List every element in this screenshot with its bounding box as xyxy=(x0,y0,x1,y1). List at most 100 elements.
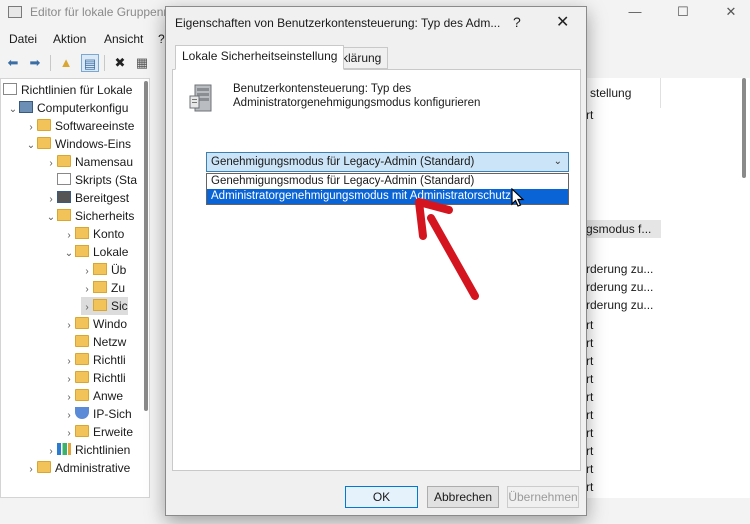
tree-item-administrative-vorlagen[interactable]: › Administrative xyxy=(25,459,130,477)
tree-item-label: Namensau xyxy=(75,155,134,169)
list-item[interactable]: rt xyxy=(586,424,593,442)
tree-item-label: Sic xyxy=(111,299,128,313)
list-item[interactable]: rt xyxy=(586,406,593,424)
close-icon[interactable]: ✕ xyxy=(721,3,741,21)
chevron-down-icon[interactable]: ⌄ xyxy=(45,209,57,227)
chevron-right-icon[interactable]: › xyxy=(25,461,37,479)
chevron-down-icon[interactable]: ⌄ xyxy=(554,153,562,171)
tree-scrollbar[interactable] xyxy=(144,81,148,411)
doc-icon xyxy=(3,83,17,95)
tab-lokale-sicherheitseinstellung[interactable]: Lokale Sicherheitseinstellung xyxy=(175,45,345,70)
column-header-label: stellung xyxy=(590,86,632,100)
menu-datei[interactable]: Datei xyxy=(9,32,37,46)
shield-icon xyxy=(75,407,89,419)
list-item[interactable]: rt xyxy=(586,352,593,370)
tree-item-label: Konto xyxy=(93,227,125,241)
back-arrow-icon[interactable]: ⬅ xyxy=(4,54,22,72)
show-tree-icon[interactable]: ▤ xyxy=(81,54,99,72)
ok-button[interactable]: OK xyxy=(345,486,418,508)
forward-arrow-icon[interactable]: ➡ xyxy=(26,54,44,72)
folder-icon xyxy=(75,335,89,347)
tree-panel: Richtlinien für Lokale ⌄ Computerkonfigu … xyxy=(0,78,150,498)
menu-ansicht[interactable]: Ansicht xyxy=(104,32,143,46)
tree-item-root[interactable]: Richtlinien für Lokale xyxy=(3,81,132,99)
help-icon[interactable]: ? xyxy=(513,14,521,30)
chevron-down-icon[interactable]: ⌄ xyxy=(63,245,75,263)
tree-item-label: Windows-Eins xyxy=(55,137,132,151)
folder-icon xyxy=(75,371,89,383)
tree-item-ueberwachung[interactable]: › Üb xyxy=(81,261,126,279)
toolbar: ⬅ ➡ ▲ ▤ ✖ ▦ xyxy=(0,52,160,74)
tree-item-zuweisen[interactable]: › Zu xyxy=(81,279,125,297)
list-item[interactable]: rt xyxy=(586,316,593,334)
mode-select[interactable]: Genehmigungsmodus für Legacy-Admin (Stan… xyxy=(206,152,569,172)
list-item[interactable]: rt xyxy=(586,334,593,352)
gpedit-app-icon xyxy=(8,6,22,18)
up-folder-icon[interactable]: ▲ xyxy=(57,54,75,72)
tree-item-sicherheitsoptionen[interactable]: › Sic xyxy=(81,297,128,315)
list-item[interactable]: rt xyxy=(586,460,593,478)
cancel-button[interactable]: Abbrechen xyxy=(427,486,499,508)
folder-icon xyxy=(75,425,89,437)
chevron-down-icon[interactable]: ⌄ xyxy=(25,137,37,155)
policy-description: Benutzerkontensteuerung: Typ des Adminis… xyxy=(233,83,481,109)
tree-item-label: Richtli xyxy=(93,371,126,385)
delete-icon[interactable]: ✖ xyxy=(111,54,129,72)
tree-item-label: Computerkonfigu xyxy=(37,101,129,115)
tree-item-label: Richtlinien für Lokale xyxy=(21,83,133,97)
tree-item-lokale-richtlinien[interactable]: ⌄ Lokale xyxy=(63,243,128,261)
server-policy-icon xyxy=(189,84,212,112)
tree-item-richtlinien-1[interactable]: › Richtli xyxy=(63,351,126,369)
toolbar-separator xyxy=(104,55,105,71)
tree-item-label: Netzw xyxy=(93,335,127,349)
tree-item-richtlinien-2[interactable]: › Richtli xyxy=(63,369,126,387)
list-scrollbar[interactable] xyxy=(741,78,747,498)
security-folder-icon xyxy=(57,209,71,221)
tree-item-label: Sicherheits xyxy=(75,209,135,223)
folder-lock-icon xyxy=(93,263,107,275)
dialog-close-icon[interactable]: ✕ xyxy=(556,12,569,32)
folder-lock-icon xyxy=(75,227,89,239)
chevron-down-icon[interactable]: ⌄ xyxy=(7,101,19,119)
tree-item-label: Skripts (Sta xyxy=(75,173,138,187)
apply-button[interactable]: Übernehmen xyxy=(507,486,579,508)
list-item[interactable]: rderung zu... xyxy=(586,296,653,314)
list-item[interactable]: rt xyxy=(586,388,593,406)
tree-item-windows-firewall[interactable]: › Windo xyxy=(63,315,127,333)
list-item-selected[interactable]: gsmodus f... xyxy=(586,220,661,238)
tree-item-windows-einst[interactable]: ⌄ Windows-Eins xyxy=(25,135,131,153)
tree-item-ip-sicherheit[interactable]: › IP-Sich xyxy=(63,405,132,423)
list-item[interactable]: rt xyxy=(586,106,593,124)
list-item[interactable]: rt xyxy=(586,370,593,388)
tree-item-erweiterte-ueberwachung[interactable]: › Erweite xyxy=(63,423,133,441)
tree-item-netzwerk[interactable]: Netzw xyxy=(63,333,126,351)
tree-item-kontorichtlinien[interactable]: › Konto xyxy=(63,225,124,243)
tree-item-label: Anwe xyxy=(93,389,124,403)
folder-icon xyxy=(37,119,51,131)
list-item[interactable]: rderung zu... xyxy=(586,260,653,278)
column-header[interactable]: stellung xyxy=(586,78,661,108)
tree-item-label: Üb xyxy=(111,263,127,277)
maximize-icon[interactable]: ☐ xyxy=(673,3,693,21)
scrollbar-thumb[interactable] xyxy=(742,78,746,178)
list-item[interactable]: rderung zu... xyxy=(586,278,653,296)
tree-item-softwareeinst[interactable]: › Softwareeinste xyxy=(25,117,134,135)
minimize-icon[interactable]: — xyxy=(625,3,645,21)
tree-item-skripts[interactable]: Skripts (Sta xyxy=(45,171,137,189)
tree-item-label: Bereitgest xyxy=(75,191,130,205)
dialog-title: Eigenschaften von Benutzerkontensteuerun… xyxy=(175,16,501,30)
menu-help[interactable]: ? xyxy=(158,32,165,46)
tree-item-namensaufloesung[interactable]: › Namensau xyxy=(45,153,133,171)
properties-icon[interactable]: ▦ xyxy=(133,54,151,72)
list-item[interactable]: rt xyxy=(586,478,593,496)
menu-aktion[interactable]: Aktion xyxy=(53,32,86,46)
tree-item-bereitgestellte-drucker[interactable]: › Bereitgest xyxy=(45,189,129,207)
folder-lock-icon xyxy=(93,299,107,311)
tree-item-richtlinienbasierter-qos[interactable]: › Richtlinien xyxy=(45,441,130,459)
tree-item-anwendungssteuerung[interactable]: › Anwe xyxy=(63,387,123,405)
tree-item-computerkonfig[interactable]: ⌄ Computerkonfigu xyxy=(7,99,128,117)
folder-icon xyxy=(75,389,89,401)
option-legacy-admin[interactable]: Genehmigungsmodus für Legacy-Admin (Stan… xyxy=(207,174,568,189)
list-item[interactable]: rt xyxy=(586,442,593,460)
tree-item-sicherheitseinst[interactable]: ⌄ Sicherheits xyxy=(45,207,134,225)
